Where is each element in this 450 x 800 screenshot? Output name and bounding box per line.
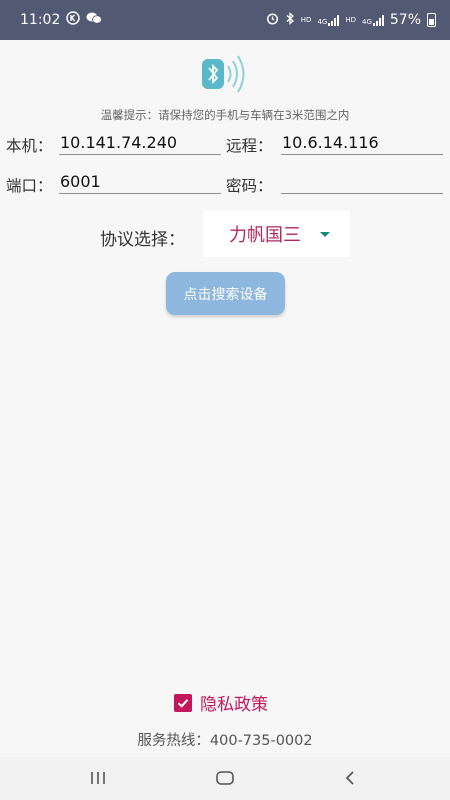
recent-apps-icon[interactable] — [84, 766, 112, 790]
wechat-icon — [86, 11, 103, 29]
k-circle-icon — [66, 11, 81, 29]
port-input[interactable] — [59, 170, 221, 194]
password-label: 密码： — [226, 177, 273, 195]
back-icon[interactable] — [336, 766, 364, 790]
protocol-selected-value: 力帆国三 — [229, 225, 301, 246]
privacy-policy-link[interactable]: 隐私政策 — [200, 690, 268, 715]
service-hotline: 服务热线：400-735-0002 — [137, 733, 313, 749]
protocol-label: 协议选择： — [100, 230, 185, 250]
status-left: 11:02 — [20, 11, 103, 29]
system-nav-bar — [0, 757, 450, 800]
privacy-checkbox[interactable] — [174, 693, 192, 712]
search-device-button[interactable]: 点击搜索设备 — [166, 272, 285, 315]
remote-ip-input[interactable] — [281, 131, 443, 155]
caret-down-icon — [320, 232, 330, 237]
hd-icon: HD — [345, 15, 356, 24]
home-icon[interactable] — [211, 766, 239, 790]
local-ip-input[interactable] — [59, 131, 221, 155]
status-bar: 11:02 HD 4G HD 4G 57% — [0, 0, 450, 40]
status-time: 11:02 — [20, 12, 61, 28]
proximity-hint: 温馨提示：请保持您的手机与车辆在3米范围之内 — [100, 108, 350, 122]
battery-icon — [427, 13, 436, 27]
4g-signal-icon: 4G — [317, 14, 340, 26]
local-label: 本机： — [6, 137, 53, 155]
check-icon — [177, 698, 189, 708]
protocol-dropdown[interactable]: 力帆国三 — [203, 211, 350, 257]
battery-percent: 57% — [389, 12, 421, 28]
bluetooth-icon — [285, 11, 295, 29]
status-right: HD 4G HD 4G 57% — [266, 11, 436, 29]
hd-icon: HD — [300, 15, 312, 24]
password-input[interactable] — [281, 170, 443, 194]
privacy-policy-row[interactable]: 隐私政策 — [174, 690, 268, 715]
remote-label: 远程： — [226, 137, 273, 155]
port-label: 端口： — [6, 177, 53, 195]
4g-signal-icon: 4G — [362, 14, 384, 26]
bluetooth-signal-icon — [198, 52, 254, 96]
alarm-icon — [266, 12, 279, 29]
